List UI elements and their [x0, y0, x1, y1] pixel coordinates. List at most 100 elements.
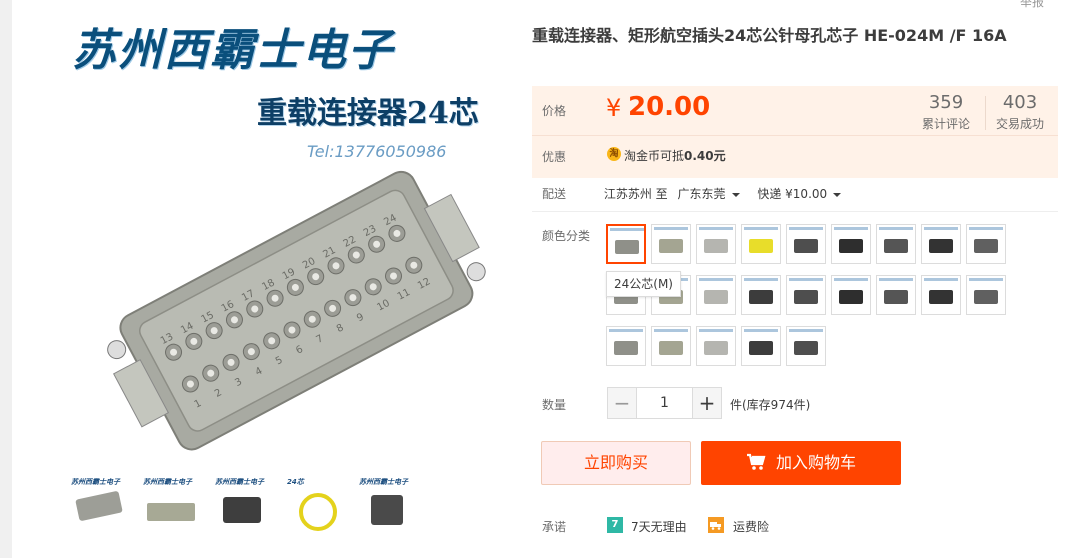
- price-value: 20.00: [628, 92, 711, 122]
- main-product-image[interactable]: 苏州西霸士电子 重载连接器24芯 Tel:13776050986 24 12 23 1…: [62, 8, 512, 454]
- sales-label: 交易成功: [996, 117, 1045, 131]
- product-title: 重载连接器、矩形航空插头24芯公针母孔芯子 HE-024M /F 16A: [532, 26, 1007, 45]
- gallery-thumb-1[interactable]: 苏州西霸士电子: [68, 474, 130, 536]
- sku-thumb-shape: [884, 239, 908, 253]
- sku-thumb-shape: [615, 240, 639, 254]
- left-edge-strip: [0, 0, 12, 558]
- ship-to-text: 广东东莞: [677, 187, 726, 201]
- sku-thumb-text-strip: [834, 278, 868, 281]
- sku-option[interactable]: [876, 224, 916, 264]
- shipping-label: 配送: [542, 187, 567, 201]
- reviews-stat[interactable]: 359 累计评论: [922, 92, 970, 132]
- seven-day-return-text[interactable]: 7天无理由: [631, 518, 687, 535]
- gallery-thumb-2[interactable]: 苏州西霸士电子: [140, 474, 202, 536]
- sku-option[interactable]: [651, 224, 691, 264]
- ship-from: 江苏苏州 至: [603, 187, 668, 201]
- gallery-thumb-3[interactable]: 苏州西霸士电子: [212, 474, 274, 536]
- sku-thumb-text-strip: [654, 227, 688, 230]
- promise-label: 承诺: [542, 520, 567, 534]
- ship-to-select[interactable]: 广东东莞: [678, 187, 754, 201]
- sku-option[interactable]: [606, 224, 646, 264]
- sku-thumb-shape: [929, 239, 953, 253]
- thumb-product-shape: [75, 490, 123, 522]
- promo-text: 淘金币可抵0.40元: [624, 147, 726, 164]
- sku-thumb-text-strip: [789, 278, 823, 281]
- sku-option[interactable]: [786, 326, 826, 366]
- sku-thumb-shape: [884, 290, 908, 304]
- sku-thumb-text-strip: [879, 278, 913, 281]
- sku-thumb-text-strip: [744, 329, 778, 332]
- thumb-product-shape: [223, 497, 261, 523]
- promo-text-main: 淘金币可抵: [624, 149, 685, 163]
- gallery-thumb-5[interactable]: 苏州西霸士电子: [356, 474, 418, 536]
- chevron-down-icon: [731, 192, 740, 197]
- stock-text: 件(库存974件): [730, 398, 811, 412]
- add-to-cart-label: 加入购物车: [775, 453, 856, 472]
- sku-option[interactable]: [876, 275, 916, 315]
- shipping-insurance-icon: [708, 517, 724, 533]
- sku-option[interactable]: [786, 275, 826, 315]
- quantity-input[interactable]: 1: [637, 387, 692, 419]
- sku-option[interactable]: [651, 326, 691, 366]
- price-label: 价格: [542, 104, 567, 118]
- sku-option[interactable]: [696, 224, 736, 264]
- sku-thumb-shape: [749, 341, 773, 355]
- buy-now-button[interactable]: 立即购买: [541, 441, 691, 485]
- thumb-product-shape: [371, 495, 403, 525]
- stat-divider: [985, 96, 986, 130]
- sku-thumb-shape: [794, 341, 818, 355]
- report-link[interactable]: 举报: [1020, 0, 1044, 10]
- sku-tooltip: 24公芯(M): [606, 271, 681, 297]
- sku-option[interactable]: [831, 224, 871, 264]
- sku-option[interactable]: [696, 275, 736, 315]
- sku-thumb-shape: [794, 239, 818, 253]
- thumbnail-strip: 苏州西霸士电子 苏州西霸士电子 苏州西霸士电子 24芯 苏州西霸士电子: [68, 474, 418, 536]
- sku-option[interactable]: [741, 224, 781, 264]
- sku-thumb-shape: [794, 290, 818, 304]
- brand-subtitle: 重载连接器24芯: [257, 96, 479, 131]
- section-divider: [532, 211, 1058, 212]
- sku-thumb-text-strip: [969, 278, 1003, 281]
- sku-option[interactable]: [966, 224, 1006, 264]
- quantity-label: 数量: [542, 398, 567, 412]
- sku-thumb-text-strip: [924, 227, 958, 230]
- sku-thumb-text-strip: [789, 329, 823, 332]
- sku-thumb-text-strip: [789, 227, 823, 230]
- sku-thumb-text-strip: [609, 329, 643, 332]
- sku-thumb-shape: [974, 290, 998, 304]
- sku-label: 颜色分类: [542, 229, 591, 243]
- sku-thumb-shape: [704, 290, 728, 304]
- quantity-decrease-button[interactable]: −: [607, 387, 637, 419]
- taobao-coin-icon: 淘: [607, 147, 621, 161]
- sku-option[interactable]: [966, 275, 1006, 315]
- ship-method-select[interactable]: 快递 ¥10.00: [757, 187, 855, 201]
- sku-thumb-text-strip: [699, 278, 733, 281]
- thumb-product-shape: [299, 493, 337, 531]
- sku-thumb-shape: [839, 290, 863, 304]
- sku-option[interactable]: [741, 326, 781, 366]
- sku-thumb-text-strip: [924, 278, 958, 281]
- sku-thumb-text-strip: [744, 278, 778, 281]
- sku-option[interactable]: [741, 275, 781, 315]
- reviews-label: 累计评论: [922, 117, 971, 131]
- sku-option[interactable]: [921, 224, 961, 264]
- currency-symbol: ¥: [606, 94, 622, 122]
- sku-thumb-text-strip: [834, 227, 868, 230]
- sku-option[interactable]: [786, 224, 826, 264]
- sku-option[interactable]: [696, 326, 736, 366]
- sku-option[interactable]: [921, 275, 961, 315]
- promo-value: 0.40元: [684, 149, 726, 163]
- sku-thumb-text-strip: [699, 329, 733, 332]
- sales-stat: 403 交易成功: [996, 92, 1044, 132]
- shipping-insurance-text[interactable]: 运费险: [733, 518, 769, 535]
- sales-count: 403: [1002, 92, 1038, 113]
- gallery-thumb-4[interactable]: 24芯: [284, 474, 346, 536]
- quantity-increase-button[interactable]: +: [692, 387, 722, 419]
- thumb-caption: 24芯: [287, 478, 304, 486]
- add-to-cart-button[interactable]: 加入购物车: [701, 441, 901, 485]
- ship-method-text: 快递 ¥10.00: [757, 187, 828, 201]
- sku-thumb-shape: [839, 239, 863, 253]
- reviews-count: 359: [928, 92, 964, 113]
- sku-option[interactable]: [606, 326, 646, 366]
- sku-option[interactable]: [831, 275, 871, 315]
